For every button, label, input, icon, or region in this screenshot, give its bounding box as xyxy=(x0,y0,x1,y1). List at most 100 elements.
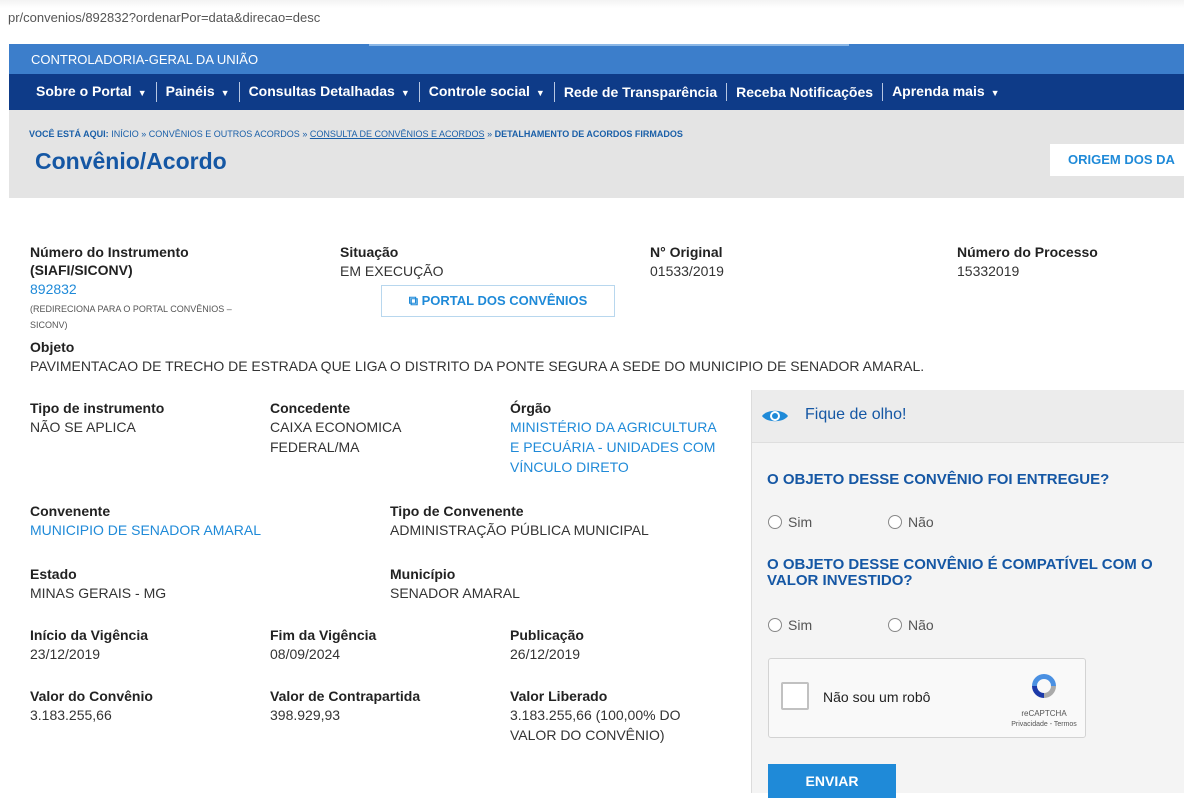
nav-item[interactable]: Sobre o Portal ▼ xyxy=(27,82,157,102)
nav-list: Sobre o Portal ▼ Painéis ▼ Consultas Detalha… xyxy=(27,74,1009,110)
inicio-value: 23/12/2019 xyxy=(30,646,101,662)
nav-item[interactable]: Painéis ▼ xyxy=(157,82,240,102)
recaptcha-brand: reCAPTCHA xyxy=(1021,709,1067,718)
original-value: 01533/2019 xyxy=(650,263,724,279)
convenente-link[interactable]: MUNICIPIO DE SENADOR AMARAL xyxy=(30,520,261,540)
tipo-field: Tipo de instrumento NÃO SE APLICA xyxy=(30,399,164,437)
inicio-field: Início da Vigência 23/12/2019 xyxy=(30,626,148,664)
nav-item[interactable]: Consultas Detalhadas ▼ xyxy=(240,82,420,102)
nav-item[interactable]: Aprenda mais ▼ xyxy=(883,82,1009,102)
radio-q2-nao[interactable]: Não xyxy=(888,617,934,633)
processo-field: Número do Processo 15332019 xyxy=(957,243,1098,281)
nav-item[interactable]: Controle social ▼ xyxy=(420,82,555,102)
numero-note: (REDIRECIONA PARA O PORTAL CONVÊNIOS – S… xyxy=(30,304,232,330)
chevron-down-icon: ▼ xyxy=(137,88,147,98)
radio-q1-nao[interactable]: Não xyxy=(888,514,934,530)
liberado-value-2: VALOR DO CONVÊNIO) xyxy=(510,727,665,743)
recaptcha-logo-icon xyxy=(1032,674,1056,698)
orgao-field: Órgão MINISTÉRIO DA AGRICULTURA E PECUÁR… xyxy=(510,399,717,477)
municipio-field: Município SENADOR AMARAL xyxy=(390,565,520,603)
breadcrumb-home[interactable]: INÍCIO xyxy=(111,129,139,139)
estado-label: Estado xyxy=(30,566,77,582)
top-shadow xyxy=(0,0,1184,8)
numero-link[interactable]: 892832 xyxy=(30,279,270,299)
main-nav: Sobre o Portal ▼ Painéis ▼ Consultas Detalha… xyxy=(9,74,1184,110)
portal-convenios-button[interactable]: ⧉ PORTAL DOS CONVÊNIOS xyxy=(381,285,615,317)
processo-label: Número do Processo xyxy=(957,244,1098,260)
breadcrumb-current: DETALHAMENTO DE ACORDOS FIRMADOS xyxy=(494,129,683,139)
orgao-link-2[interactable]: E PECUÁRIA - UNIDADES COM xyxy=(510,437,717,457)
nav-item[interactable]: Rede de Transparência xyxy=(555,83,728,101)
valor-convenio-value: 3.183.255,66 xyxy=(30,707,112,723)
agency-name[interactable]: CONTROLADORIA-GERAL DA UNIÃO xyxy=(31,52,258,67)
municipio-value: SENADOR AMARAL xyxy=(390,585,520,601)
situacao-field: Situação EM EXECUÇÃO xyxy=(340,243,443,281)
publicacao-label: Publicação xyxy=(510,627,584,643)
radio-label: Não xyxy=(908,514,934,530)
gov-bar-highlight xyxy=(369,44,849,46)
nav-item[interactable]: Receba Notificações xyxy=(727,83,884,101)
concedente-value-1: CAIXA ECONOMICA xyxy=(270,419,402,435)
question-entregue: O OBJETO DESSE CONVÊNIO FOI ENTREGUE? xyxy=(767,471,1110,488)
nav-item-label: Sobre o Portal xyxy=(36,83,132,99)
nav-item-label: Aprenda mais xyxy=(892,83,985,99)
liberado-label: Valor Liberado xyxy=(510,688,608,704)
radio-q2-sim[interactable]: Sim xyxy=(768,617,812,633)
objeto-field: Objeto PAVIMENTACAO DE TRECHO DE ESTRADA… xyxy=(30,338,1170,376)
recaptcha-checkbox[interactable] xyxy=(781,682,809,710)
fim-field: Fim da Vigência 08/09/2024 xyxy=(270,626,376,664)
breadcrumb: VOCÊ ESTÁ AQUI: INÍCIO » CONVÊNIOS E OUT… xyxy=(29,129,683,139)
nav-item-label: Receba Notificações xyxy=(736,84,874,100)
processo-value: 15332019 xyxy=(957,263,1020,279)
tipo-value: NÃO SE APLICA xyxy=(30,419,136,435)
convenente-label: Convenente xyxy=(30,503,111,519)
situacao-value: EM EXECUÇÃO xyxy=(340,263,444,279)
fim-label: Fim da Vigência xyxy=(270,627,377,643)
contrapartida-label: Valor de Contrapartida xyxy=(270,688,421,704)
nav-item-label: Painéis xyxy=(165,83,215,99)
inicio-label: Início da Vigência xyxy=(30,627,149,643)
panel-title: Fique de olho! xyxy=(805,406,907,423)
radio-q1-sim[interactable]: Sim xyxy=(768,514,812,530)
concedente-value-2: FEDERAL/MA xyxy=(270,439,360,455)
orgao-link-1[interactable]: MINISTÉRIO DA AGRICULTURA xyxy=(510,417,717,437)
tipo-label: Tipo de instrumento xyxy=(30,400,165,416)
radio-label: Não xyxy=(908,617,934,633)
title-area: VOCÊ ESTÁ AQUI: INÍCIO » CONVÊNIOS E OUT… xyxy=(9,110,1184,198)
recaptcha-label: Não sou um robô xyxy=(823,689,931,705)
estado-value: MINAS GERAIS - MG xyxy=(30,585,167,601)
radio-circle[interactable] xyxy=(888,515,902,529)
url-text[interactable]: pr/convenios/892832?ordenarPor=data&dire… xyxy=(8,10,320,25)
situacao-label: Situação xyxy=(340,244,399,260)
radio-label: Sim xyxy=(788,617,813,633)
breadcrumb-consulta[interactable]: CONSULTA DE CONVÊNIOS E ACORDOS xyxy=(310,129,485,139)
concedente-label: Concedente xyxy=(270,400,351,416)
valor-convenio-label: Valor do Convênio xyxy=(30,688,153,704)
publicacao-value: 26/12/2019 xyxy=(510,646,581,662)
liberado-value-1: 3.183.255,66 (100,00% DO xyxy=(510,707,681,723)
radio-label: Sim xyxy=(788,514,813,530)
numero-label: Número do Instrumento (SIAFI/SICONV) xyxy=(30,244,189,278)
chevron-down-icon: ▼ xyxy=(535,88,545,98)
radio-circle[interactable] xyxy=(888,618,902,632)
nav-item-label: Rede de Transparência xyxy=(563,84,718,100)
radio-circle[interactable] xyxy=(768,515,782,529)
breadcrumb-convenios[interactable]: CONVÊNIOS E OUTROS ACORDOS xyxy=(149,129,300,139)
page-title: Convênio/Acordo xyxy=(35,148,227,174)
objeto-label: Objeto xyxy=(30,339,75,355)
municipio-label: Município xyxy=(390,566,456,582)
breadcrumb-sep: » xyxy=(487,129,493,139)
orgao-label: Órgão xyxy=(510,400,552,416)
radio-circle[interactable] xyxy=(768,618,782,632)
question-compativel: O OBJETO DESSE CONVÊNIO É COMPATÍVEL COM… xyxy=(767,556,1153,589)
tipo-convenente-field: Tipo de Convenente ADMINISTRAÇÃO PÚBLICA… xyxy=(390,502,649,540)
breadcrumb-sep: » xyxy=(302,129,308,139)
contrapartida-value: 398.929,93 xyxy=(270,707,341,723)
fique-de-olho-panel: Fique de olho! O OBJETO DESSE CONVÊNIO F… xyxy=(751,390,1184,798)
fim-value: 08/09/2024 xyxy=(270,646,341,662)
origin-data-button[interactable]: ORIGEM DOS DA xyxy=(1050,144,1184,176)
recaptcha-terms[interactable]: Privacidade - Termos xyxy=(999,721,1089,728)
chevron-down-icon: ▼ xyxy=(400,88,410,98)
orgao-link-3[interactable]: VÍNCULO DIRETO xyxy=(510,457,717,477)
gov-bar: CONTROLADORIA-GERAL DA UNIÃO xyxy=(9,44,1184,74)
